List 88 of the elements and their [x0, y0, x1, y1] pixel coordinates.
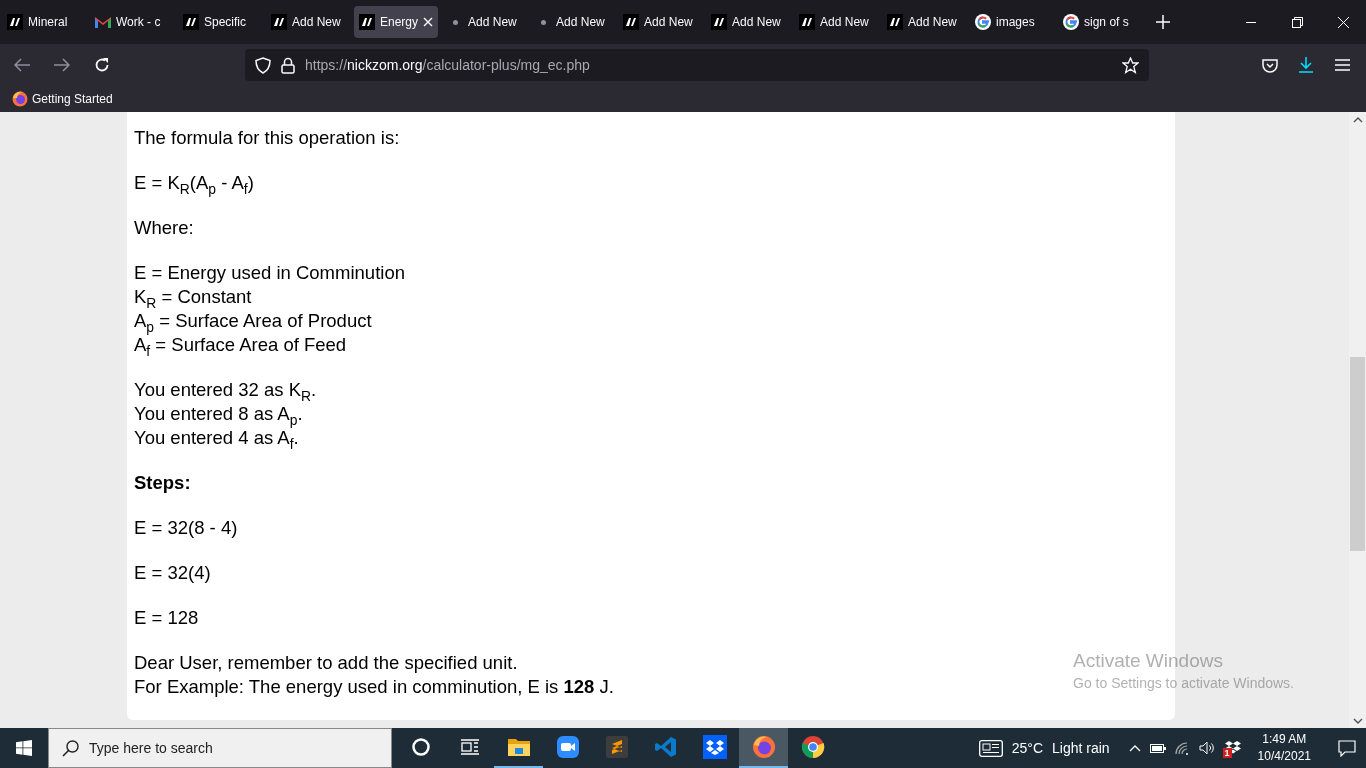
circle-icon	[411, 738, 430, 756]
folder-icon	[507, 738, 530, 756]
sublime-logo-icon	[605, 736, 628, 758]
text-line: A$_{f}$ = Surface Area of Feed	[134, 334, 347, 357]
text-line: You entered 4 as A$_{f}$.	[134, 427, 299, 450]
logo-icon	[623, 14, 640, 30]
dot-icon	[452, 19, 458, 25]
browser-tab[interactable]: Add New	[530, 6, 615, 38]
close-icon[interactable]	[423, 17, 434, 27]
text-line: Where:	[134, 216, 194, 240]
browser-tab[interactable]: Add New	[794, 6, 879, 38]
weather-text[interactable]: Light rain	[1052, 740, 1110, 756]
activation-title: Activate Windows	[1073, 650, 1224, 672]
chrome-logo-icon	[800, 735, 825, 759]
url-text: https://nickzom.org/calculator-plus/mg_ec.php	[305, 57, 591, 73]
logo-icon	[7, 14, 23, 30]
scroll-down-icon[interactable]	[1352, 718, 1363, 724]
firefox-logo-icon	[751, 735, 776, 759]
text-line: E = Energy used in Comminution	[134, 261, 405, 285]
text-line: E = 128	[134, 606, 199, 630]
temperature-text[interactable]: 25°C	[1011, 740, 1043, 756]
scrollbar-thumb[interactable]	[1350, 357, 1365, 551]
browser-tab[interactable]: Add New	[266, 6, 350, 38]
windows-logo-icon	[16, 740, 32, 756]
bookmark-item[interactable]: Getting Started	[10, 89, 115, 109]
address-bar[interactable]: https://nickzom.org/calculator-plus/mg_ec.php	[245, 49, 1149, 81]
logo-icon	[799, 14, 816, 30]
shield-icon	[255, 56, 271, 74]
notification-icon[interactable]	[1338, 739, 1356, 757]
text-line: You entered 32 as K$_{R}$.	[134, 378, 317, 402]
clock-time[interactable]: 1:49 AM	[1262, 731, 1307, 748]
browser-tab[interactable]: Add New	[442, 6, 527, 38]
search-icon	[62, 740, 79, 757]
browser-tab[interactable]: Specific	[178, 6, 262, 38]
text-line: K$_{R}$ = Constant	[134, 285, 252, 309]
dropbox-icon	[702, 735, 727, 759]
text-line: You entered 8 as A$_{p}$.	[134, 402, 303, 426]
text-line: The formula for this operation is:	[134, 126, 400, 150]
menu-icon	[1334, 59, 1350, 71]
text-line: For Example: The energy used in comminution, E is 128 J.	[134, 675, 614, 699]
text-line: Dear User, remember to add the specified unit.	[134, 651, 518, 675]
text-line: E = K$_{R}$(A$_{p}$ - A$_{f}$)	[134, 171, 254, 195]
logo-icon	[271, 14, 287, 30]
reload-icon	[94, 57, 110, 73]
dot-icon	[540, 19, 546, 25]
browser-tab[interactable]: Energy	[354, 6, 439, 38]
text-line: E = 32(4)	[134, 561, 211, 585]
browser-tab[interactable]: images	[970, 6, 1055, 38]
wifi-icon[interactable]	[1174, 741, 1190, 755]
lock-icon	[281, 56, 295, 74]
logo-icon	[711, 14, 728, 30]
browser-tab[interactable]: sign of s	[1058, 6, 1143, 38]
news-icon[interactable]	[978, 739, 1003, 757]
logo-icon	[887, 14, 904, 30]
download-icon	[1298, 57, 1314, 73]
scroll-up-icon[interactable]	[1352, 117, 1363, 123]
browser-tab[interactable]: Mineral	[2, 6, 86, 38]
speaker-icon[interactable]	[1198, 741, 1216, 755]
pocket-icon	[1262, 57, 1278, 73]
search-field[interactable]: Type here to search	[48, 728, 392, 768]
star-icon[interactable]	[1122, 56, 1139, 74]
restore-icon	[1291, 16, 1303, 28]
plus-icon	[1156, 15, 1171, 29]
logo-icon	[359, 14, 375, 30]
mail-icon	[95, 16, 111, 28]
text-line: A$_{p}$ = Surface Area of Product	[134, 309, 372, 333]
browser-tab[interactable]: Add New	[706, 6, 791, 38]
activation-subtitle: Go to Settings to activate Windows.	[1073, 675, 1294, 691]
code-editor-icon	[654, 736, 677, 758]
battery-icon[interactable]	[1149, 743, 1166, 753]
chevron-up-icon[interactable]	[1128, 744, 1141, 752]
logo-icon	[183, 14, 199, 30]
browser-tab[interactable]: Work - c	[90, 6, 174, 38]
firefox-logo-icon	[12, 91, 28, 107]
back-arrow-icon	[14, 58, 30, 72]
clock-date[interactable]: 10/4/2021	[1257, 748, 1311, 765]
task-view-icon	[460, 739, 479, 755]
notification-badge: 1	[1222, 748, 1232, 758]
close-icon	[1337, 16, 1349, 28]
google-logo-icon	[975, 14, 992, 30]
minimize-icon	[1246, 21, 1256, 23]
section-heading: Steps:	[134, 471, 191, 495]
browser-tab[interactable]: Add New	[618, 6, 703, 38]
video-camera-icon	[556, 736, 579, 758]
browser-tab[interactable]: Add New	[882, 6, 967, 38]
forward-arrow-icon	[54, 58, 70, 72]
google-logo-icon	[1063, 14, 1080, 30]
text-line: E = 32(8 - 4)	[134, 516, 238, 540]
